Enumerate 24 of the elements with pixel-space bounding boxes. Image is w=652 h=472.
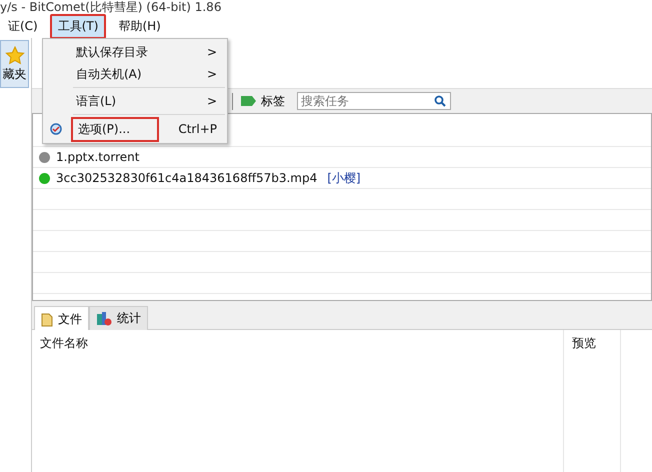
task-name: 3cc302532830f61c4a18436168ff57b3.mp4 — [56, 171, 318, 185]
sidebar-item[interactable]: 藏夹 — [0, 40, 29, 88]
menu-item[interactable]: 证(C) — [0, 14, 46, 38]
tab[interactable]: 统计 — [89, 306, 148, 330]
tag-icon — [241, 95, 257, 107]
column-header[interactable]: 预览 — [564, 330, 621, 472]
task-tag: [小樱] — [327, 170, 361, 186]
task-name: 1.pptx.torrent — [56, 150, 140, 164]
window-title: y/s - BitComet(比特彗星) (64-bit) 1.86 — [0, 0, 222, 14]
star-icon — [4, 46, 24, 66]
tag-button[interactable]: 标签 — [232, 92, 289, 110]
document-icon — [41, 312, 53, 326]
shortcut-label: Ctrl+P — [178, 122, 217, 136]
tab[interactable]: 文件 — [34, 306, 89, 330]
menu-item[interactable]: 语言(L) > — [43, 90, 227, 112]
menu-item[interactable]: 默认保存目录 > — [43, 41, 227, 63]
search-field[interactable]: 搜索任务 — [297, 92, 451, 110]
menu-item[interactable]: 自动关机(A) > — [43, 63, 227, 85]
menu-item[interactable]: 工具(T) — [50, 14, 106, 38]
chart-icon — [96, 311, 112, 326]
column-header[interactable]: 文件名称 — [32, 330, 564, 472]
search-icon — [434, 95, 446, 107]
menu-item[interactable]: 帮助(H) — [110, 14, 169, 38]
menu-item[interactable]: 选项(P)... — [71, 116, 159, 142]
